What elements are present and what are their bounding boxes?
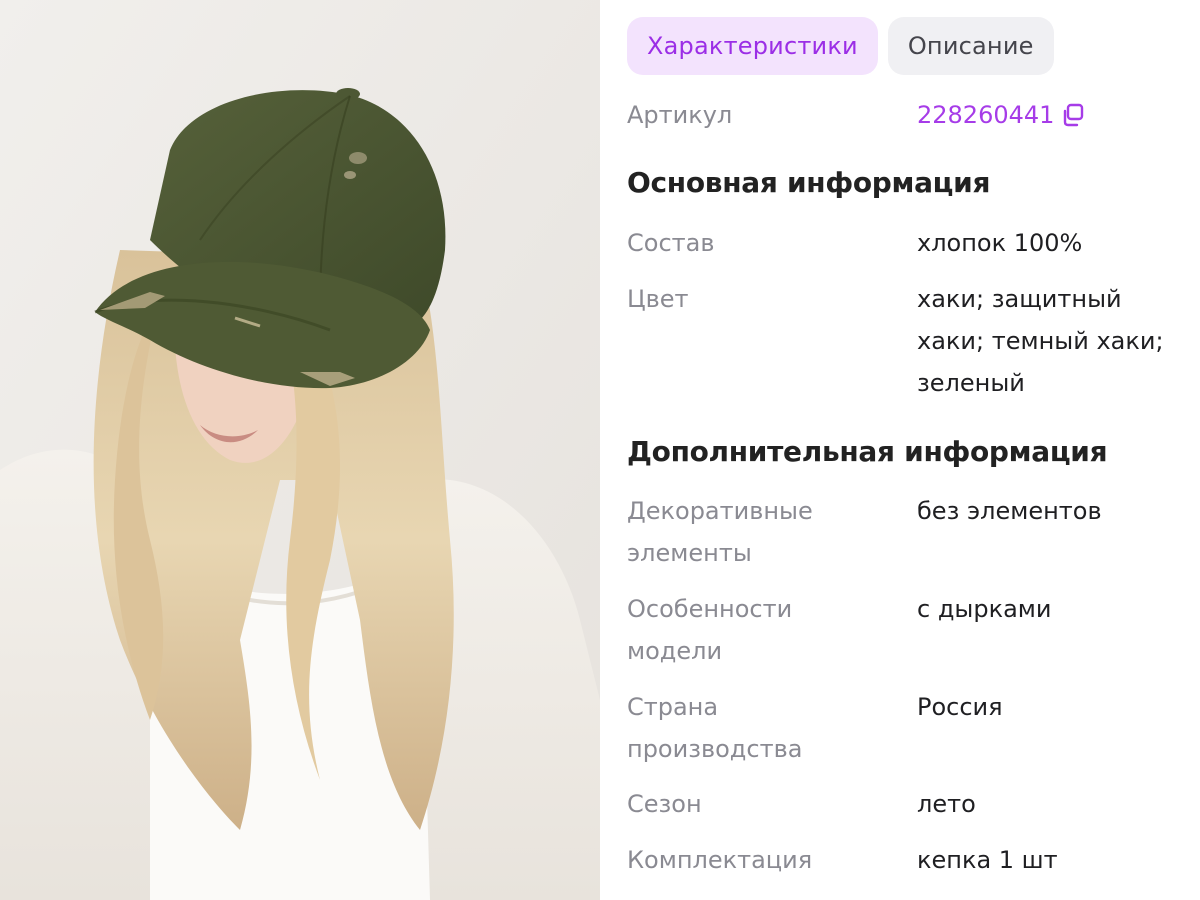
spec-row-decor: Декоративные элементы без элементов (627, 490, 1187, 574)
spec-row-features: Особенности модели с дырками (627, 588, 1187, 672)
tab-description[interactable]: Описание (887, 17, 1054, 75)
product-photo (0, 0, 600, 900)
section-title-main: Основная информация (627, 166, 991, 199)
spec-label-line: Декоративные (627, 497, 813, 525)
spec-value-line: хаки; темный хаки; (917, 327, 1164, 355)
spec-value: кепка 1 шт (917, 846, 1058, 874)
spec-value: без элементов (917, 497, 1102, 525)
section-title-additional: Дополнительная информация (627, 435, 1108, 468)
spec-label-line: Страна (627, 693, 719, 721)
spec-label: Состав (627, 229, 715, 257)
spec-label: Цвет (627, 285, 689, 313)
spec-label-line: элементы (627, 539, 752, 567)
spec-value: лето (917, 790, 976, 818)
tab-characteristics[interactable]: Характеристики (627, 17, 878, 75)
spec-label: Комплектация (627, 846, 813, 874)
spec-value: Россия (917, 693, 1003, 721)
spec-value-line: зеленый (917, 369, 1025, 397)
tab-bar: Характеристики Описание (627, 17, 1054, 75)
spec-row-composition: Состав хлопок 100% (627, 222, 1187, 264)
model-wearing-cap-illustration (0, 0, 600, 900)
spec-row-season: Сезон лето (627, 783, 1187, 825)
spec-value: хлопок 100% (917, 229, 1083, 257)
spec-label-line: Особенности (627, 595, 793, 623)
spec-value: с дырками (917, 595, 1052, 623)
spec-label-line: модели (627, 637, 723, 665)
specs-panel: Характеристики Описание Артикул 22826044… (600, 0, 1200, 900)
spec-label: Сезон (627, 790, 702, 818)
spec-row-package: Комплектация кепка 1 шт (627, 839, 1187, 881)
spec-value-line: хаки; защитный (917, 285, 1122, 313)
spec-label-line: производства (627, 735, 803, 763)
article-row: Артикул 228260441 (627, 94, 1187, 136)
copy-icon[interactable] (1060, 102, 1086, 128)
spec-row-color: Цвет хаки; защитный хаки; темный хаки; з… (627, 278, 1187, 404)
article-label: Артикул (627, 101, 733, 129)
article-value: 228260441 (917, 101, 1055, 129)
spec-row-country: Страна производства Россия (627, 686, 1187, 770)
article-number[interactable]: 228260441 (917, 94, 1086, 136)
